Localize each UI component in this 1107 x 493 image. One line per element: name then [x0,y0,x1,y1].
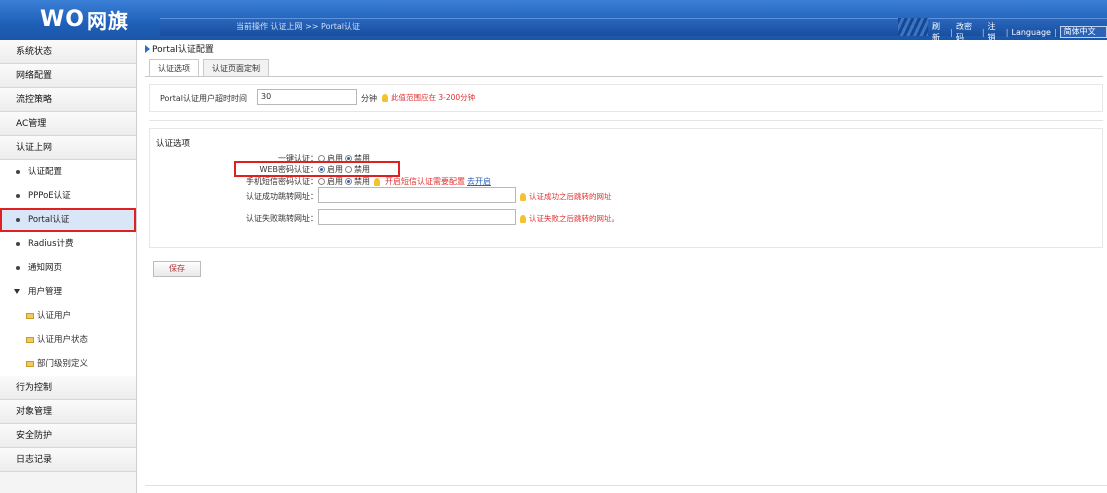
sidebar-item-label: 安全防护 [16,431,53,441]
success-url-label: 认证成功跳转网址： [246,192,318,201]
page-title: Portal认证配置 [145,42,214,55]
folder-icon [26,336,34,343]
lightbulb-icon [520,214,526,223]
sidebar-item-label: AC管理 [16,119,47,129]
fail-url-hint: 认证失败之后跳转的网址。 [520,213,619,224]
sidebar-leaf-label: 部门级别定义 [37,359,89,369]
tab-page-custom[interactable]: 认证页面定制 [203,59,269,76]
sidebar-item-object-manage[interactable]: 对象管理 [0,400,136,424]
timeout-hint-text: 此值范围应在 3-200分钟 [391,93,476,102]
sidebar-subitem-label: 通知网页 [28,263,63,273]
arrow-right-icon [145,44,150,53]
timeout-row: Portal认证用户超时时间 30 分钟 此值范围应在 3-200分钟 [149,84,1103,112]
bullet-icon [16,169,20,174]
logo-cn: 网旗 [86,8,129,33]
sidebar-item-label: 日志记录 [16,455,53,465]
sms-label: 手机短信密码认证： [246,177,318,186]
sidebar-leaf-label: 认证用户状态 [37,335,89,345]
fail-url-hint-text: 认证失败之后跳转的网址。 [529,214,619,223]
tab-auth-options[interactable]: 认证选项 [149,59,199,76]
sidebar-item-security[interactable]: 安全防护 [0,424,136,448]
sidebar-item-label: 行为控制 [16,383,53,393]
sidebar-item-system-status[interactable]: 系统状态 [0,40,136,64]
bullet-icon [16,217,20,222]
highlight-box [234,161,400,177]
bullet-icon [16,241,20,246]
sidebar-item-label: 网络配置 [16,71,53,81]
sidebar-subitem-pppoe[interactable]: PPPoE认证 [0,184,136,208]
main-content: Portal认证配置 认证选项 认证页面定制 Portal认证用户超时时间 30… [145,40,1107,493]
sms-hint: 开启短信认证需要配置 [385,177,465,186]
folder-icon [26,312,34,319]
sms-options: 启用 禁用 开启短信认证需要配置 去开启 [318,176,491,187]
tab-divider [145,76,1103,77]
sidebar-item-label: 对象管理 [16,407,53,417]
language-label: Language [1011,27,1051,37]
sidebar-subitem-auth-config[interactable]: 认证配置 [0,160,136,184]
fail-url-label: 认证失败跳转网址： [246,214,318,223]
sidebar-leaf-auth-user-status[interactable]: 认证用户状态 [0,328,136,352]
language-value: 简体中文 [1063,27,1096,36]
sidebar-item-behavior-control[interactable]: 行为控制 [0,376,136,400]
sidebar-leaf-auth-users[interactable]: 认证用户 [0,304,136,328]
sidebar-item-ac-manage[interactable]: AC管理 [0,112,136,136]
sidebar-group-user-manage[interactable]: 用户管理 [0,280,136,304]
sms-disable-radio[interactable] [345,178,352,185]
breadcrumb: 当前操作 认证上网 >> Portal认证 [236,22,361,31]
logo-latin: WO [40,6,85,32]
header-decoration [898,18,928,36]
lightbulb-icon [374,177,380,186]
folder-icon [26,360,34,367]
sidebar-subitem-label: 认证配置 [28,167,63,177]
timeout-hint: 此值范围应在 3-200分钟 [382,92,475,103]
lightbulb-icon [520,192,526,201]
tab-bar: 认证选项 认证页面定制 [149,59,273,76]
bullet-icon [16,265,20,270]
timeout-label: Portal认证用户超时时间 [160,94,247,103]
sidebar-subitem-portal[interactable]: Portal认证 [0,208,136,232]
sidebar-leaf-label: 认证用户 [37,311,72,321]
sidebar-subitem-label: PPPoE认证 [28,191,71,201]
timeout-input[interactable]: 30 [257,89,357,105]
sidebar-subitem-radius[interactable]: Radius计费 [0,232,136,256]
timeout-unit: 分钟 [361,94,377,103]
bullet-icon [16,193,20,198]
sidebar-subitem-notice[interactable]: 通知网页 [0,256,136,280]
page-title-text: Portal认证配置 [152,45,214,55]
sidebar-group-label: 用户管理 [28,287,63,297]
save-button[interactable]: 保存 [153,261,201,277]
success-url-hint-text: 认证成功之后跳转的网址 [529,192,612,201]
sms-enable-radio[interactable] [318,178,325,185]
sidebar-subitem-label: Portal认证 [28,215,70,225]
lightbulb-icon [382,93,388,102]
sidebar-subitem-label: Radius计费 [28,239,74,249]
sidebar-item-flow-policy[interactable]: 流控策略 [0,88,136,112]
sidebar-item-auth-internet[interactable]: 认证上网 [0,136,136,160]
footer-divider [145,485,1107,493]
top-header: WO 网旗 当前操作 认证上网 >> Portal认证 刷新 | 改密码 | 注销 |… [0,0,1107,46]
success-url-input[interactable] [318,187,516,203]
sidebar-item-label: 系统状态 [16,47,53,57]
divider [149,120,1103,121]
sidebar-item-log[interactable]: 日志记录 [0,448,136,472]
fail-url-input[interactable] [318,209,516,225]
sidebar: 系统状态 网络配置 流控策略 AC管理 认证上网 认证配置 PPPoE认证 Po… [0,40,137,493]
sidebar-item-label: 流控策略 [16,95,53,105]
sidebar-item-network-config[interactable]: 网络配置 [0,64,136,88]
language-select[interactable]: 简体中文 ⌄ [1059,26,1107,46]
sms-disable-label: 禁用 [354,177,370,186]
brand-logo: WO 网旗 [40,4,129,34]
success-url-hint: 认证成功之后跳转的网址 [520,191,612,202]
auth-options-section: 认证选项 一键认证： 启用 禁用 WEB密码认证： 启用 禁用 手机短信密码认证… [149,128,1103,248]
sidebar-item-label: 认证上网 [16,143,53,153]
section-title: 认证选项 [156,139,191,149]
caret-down-icon [14,289,20,294]
sms-enable-label: 启用 [327,177,343,186]
sidebar-leaf-dept-level[interactable]: 部门级别定义 [0,352,136,376]
sms-enable-link[interactable]: 去开启 [467,176,491,187]
